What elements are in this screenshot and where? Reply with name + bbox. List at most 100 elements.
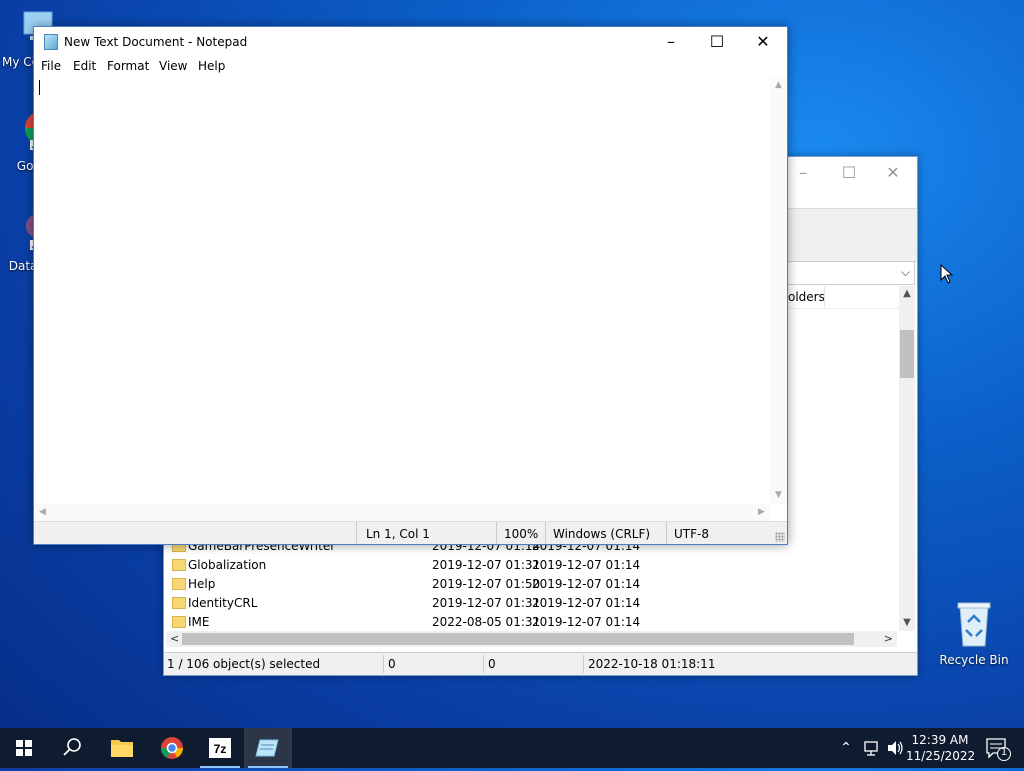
close-button[interactable]: ✕ [870, 157, 916, 189]
taskbar-notepad[interactable] [244, 728, 292, 768]
file-name: IME [188, 615, 210, 629]
scroll-right-icon[interactable]: > [884, 632, 893, 645]
status-divider [483, 655, 484, 673]
file-modified: 2019-12-07 01:31 [432, 558, 541, 572]
file-created: 2019-12-07 01:14 [532, 558, 641, 572]
scroll-up-icon[interactable]: ▲ [899, 286, 915, 302]
menu-view[interactable]: View [157, 59, 189, 73]
notepad-status-bar: Ln 1, Col 1 100% Windows (CRLF) UTF-8 [34, 521, 787, 544]
show-hidden-icons-button[interactable]: ⌃ [836, 728, 856, 768]
action-center-button[interactable]: 1 [978, 728, 1018, 768]
file-modified: 2019-12-07 01:50 [432, 577, 541, 591]
chevron-up-icon: ⌃ [840, 740, 852, 756]
file-explorer-icon [111, 740, 133, 757]
chevron-down-icon[interactable]: ⌵ [901, 265, 910, 280]
vertical-scrollbar[interactable]: ▲ ▼ [770, 77, 787, 504]
close-button[interactable]: ✕ [740, 27, 786, 57]
7zip-icon-text: 7z [214, 742, 227, 756]
menu-edit[interactable]: Edit [71, 59, 98, 73]
file-created: 2019-12-07 01:14 [532, 596, 641, 610]
status-packed: 0 [488, 657, 496, 671]
recycle-bin-icon [957, 602, 991, 647]
notification-count: 1 [1000, 747, 1008, 758]
scroll-down-icon[interactable]: ▼ [770, 487, 787, 504]
volume-icon [888, 741, 903, 755]
resize-grip[interactable] [775, 532, 785, 542]
notepad-icon [44, 34, 58, 50]
table-row[interactable]: IdentityCRL 2019-12-07 01:31 2019-12-07 … [164, 594, 899, 613]
notepad-window[interactable]: New Text Document - Notepad – ☐ ✕ File E… [33, 26, 788, 545]
clock[interactable]: 12:39 AM 11/25/2022 [906, 728, 976, 768]
file-list: GameBarPresenceWriter 2019-12-07 01:14 2… [164, 537, 899, 632]
file-modified: 2022-08-05 01:31 [432, 615, 541, 629]
status-selection: 1 / 106 object(s) selected [167, 657, 321, 671]
status-divider [356, 522, 357, 544]
status-divider [545, 522, 546, 544]
status-line-endings: Windows (CRLF) [553, 527, 651, 541]
status-size: 0 [388, 657, 396, 671]
taskbar: 7z ⌃ 12:39 AM 11/25/2022 1 [0, 728, 1024, 768]
network-button[interactable] [860, 728, 882, 768]
minimize-button[interactable]: – [648, 27, 694, 57]
mouse-cursor-icon [940, 264, 954, 284]
notepad-titlebar[interactable]: New Text Document - Notepad – ☐ ✕ [34, 27, 787, 57]
windows-logo-icon [16, 740, 32, 756]
file-name: IdentityCRL [188, 596, 258, 610]
scroll-right-icon[interactable]: ▶ [753, 504, 770, 521]
search-button[interactable] [48, 728, 96, 768]
7zip-icon: 7z [209, 738, 231, 758]
status-position: Ln 1, Col 1 [366, 527, 430, 541]
horizontal-scrollbar[interactable]: < > [166, 631, 897, 647]
network-icon [864, 741, 878, 756]
menu-help[interactable]: Help [196, 59, 227, 73]
scroll-left-icon[interactable]: ◀ [34, 504, 51, 521]
file-created: 2019-12-07 01:14 [532, 577, 641, 591]
scroll-thumb[interactable] [900, 330, 914, 378]
taskbar-file-explorer[interactable] [98, 728, 146, 768]
file-name: Globalization [188, 558, 267, 572]
clock-date: 11/25/2022 [906, 749, 976, 763]
column-header-folders[interactable]: olders [788, 290, 825, 304]
scroll-up-icon[interactable]: ▲ [770, 77, 787, 94]
chrome-icon [160, 737, 183, 759]
start-button[interactable] [0, 728, 48, 768]
notepad-icon [255, 739, 279, 757]
desktop-icon-recycle-bin[interactable]: Recycle Bin [938, 600, 1010, 667]
folder-icon [172, 616, 186, 628]
scroll-thumb[interactable] [182, 633, 854, 645]
status-divider [496, 522, 497, 544]
menu-format[interactable]: Format [105, 59, 151, 73]
text-caret [39, 80, 40, 95]
status-divider [583, 655, 584, 673]
folder-icon [172, 559, 186, 571]
table-row[interactable]: IME 2022-08-05 01:31 2019-12-07 01:14 [164, 613, 899, 632]
menu-file[interactable]: File [39, 59, 63, 73]
clock-time: 12:39 AM [911, 733, 969, 747]
text-editor[interactable] [34, 77, 770, 504]
maximize-button[interactable]: ☐ [694, 27, 740, 57]
status-modified: 2022-10-18 01:18:11 [588, 657, 716, 671]
folder-icon [172, 597, 186, 609]
table-row[interactable]: Help 2019-12-07 01:50 2019-12-07 01:14 [164, 575, 899, 594]
volume-button[interactable] [884, 728, 906, 768]
desktop-icon-label: Recycle Bin [939, 653, 1009, 667]
scroll-left-icon[interactable]: < [170, 632, 179, 645]
maximize-button[interactable]: ☐ [826, 157, 872, 189]
scroll-down-icon[interactable]: ▼ [899, 615, 915, 631]
file-name: Help [188, 577, 216, 591]
horizontal-scrollbar[interactable]: ◀ ▶ [34, 504, 770, 521]
taskbar-chrome[interactable] [148, 728, 196, 768]
status-divider [666, 522, 667, 544]
7zip-status-bar: 1 / 106 object(s) selected 0 0 2022-10-1… [164, 652, 917, 675]
table-row[interactable]: Globalization 2019-12-07 01:31 2019-12-0… [164, 556, 899, 575]
status-zoom: 100% [504, 527, 539, 541]
vertical-scrollbar[interactable]: ▲ ▼ [899, 286, 915, 631]
taskbar-7zip[interactable]: 7z [196, 728, 244, 768]
status-encoding: UTF-8 [674, 527, 709, 541]
menu-bar: File Edit Format View Help [34, 57, 787, 77]
search-icon [63, 738, 81, 756]
file-modified: 2019-12-07 01:31 [432, 596, 541, 610]
column-divider[interactable] [824, 286, 825, 308]
folder-icon [172, 578, 186, 590]
status-divider [383, 655, 384, 673]
